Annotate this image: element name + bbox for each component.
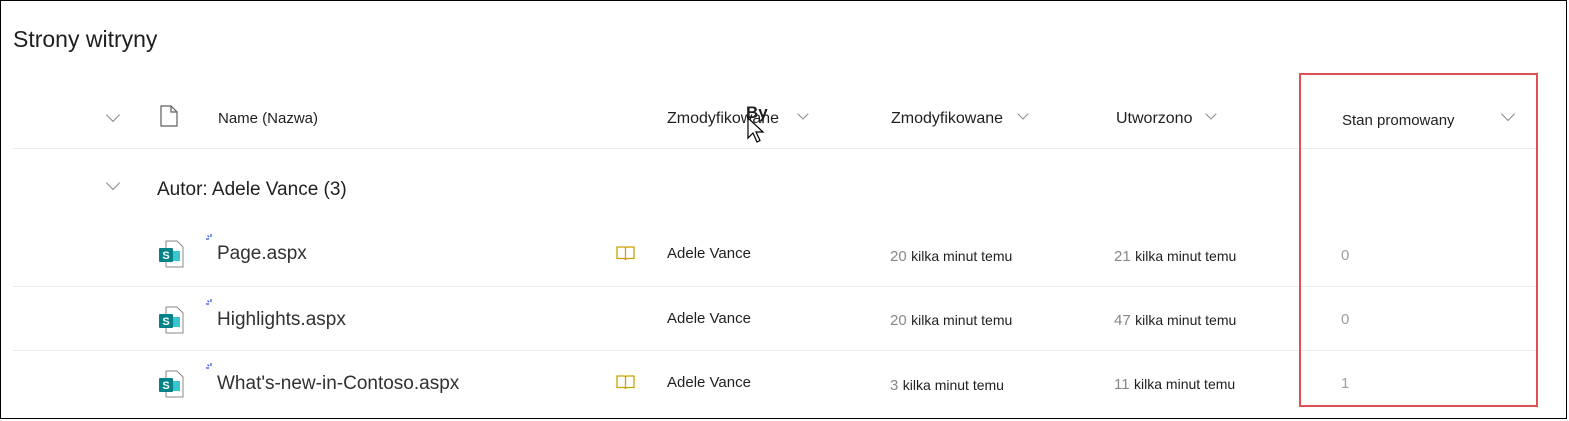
- new-sparkle-icon: [206, 363, 212, 369]
- column-header-created[interactable]: Utworzono: [1116, 110, 1192, 128]
- created-number: 47: [1114, 312, 1131, 329]
- highlight-box: [1299, 73, 1538, 407]
- page-title: Strony witryny: [13, 26, 158, 52]
- modified-by-cell: Adele Vance: [667, 310, 751, 327]
- modified-text: kilka minut temu: [902, 377, 1004, 393]
- created-cell: 47 kilka minut temu: [1114, 312, 1236, 330]
- created-text: kilka minut temu: [1135, 312, 1237, 328]
- sharepoint-page-icon: S: [159, 240, 184, 268]
- svg-text:S: S: [162, 250, 169, 262]
- modified-by-cell: Adele Vance: [667, 245, 751, 262]
- svg-text:S: S: [162, 316, 169, 328]
- document-icon[interactable]: [160, 105, 178, 127]
- group-header: Autor: Adele Vance (3): [157, 179, 347, 200]
- created-cell: 21 kilka minut temu: [1114, 248, 1236, 266]
- sharepoint-page-icon: S: [159, 370, 184, 398]
- created-text: kilka minut temu: [1135, 248, 1237, 264]
- modified-cell: 20 kilka minut temu: [890, 248, 1012, 266]
- modified-number: 20: [890, 248, 907, 265]
- file-name-link[interactable]: Highlights.aspx: [217, 309, 346, 331]
- column-header-modified[interactable]: Zmodyfikowane: [891, 110, 1003, 128]
- column-header-name[interactable]: Name (Nazwa): [218, 110, 318, 127]
- modified-cell: 20 kilka minut temu: [890, 312, 1012, 330]
- created-text: kilka minut temu: [1134, 376, 1236, 392]
- file-name-link[interactable]: Page.aspx: [217, 243, 307, 265]
- modified-text: kilka minut temu: [911, 312, 1013, 328]
- created-number: 11: [1114, 376, 1130, 393]
- sharepoint-page-icon: S: [159, 306, 184, 334]
- created-number: 21: [1114, 248, 1131, 265]
- modified-cell: 3 kilka minut temu: [890, 377, 1004, 395]
- book-icon[interactable]: [616, 246, 635, 261]
- modified-number: 3: [890, 377, 899, 394]
- modified-by-cell: Adele Vance: [667, 374, 751, 391]
- modified-number: 20: [890, 312, 907, 329]
- created-cell: 11 kilka minut temu: [1114, 376, 1235, 394]
- svg-text:S: S: [162, 380, 169, 392]
- book-icon[interactable]: [616, 375, 635, 390]
- modified-text: kilka minut temu: [911, 248, 1013, 264]
- new-sparkle-icon: [206, 234, 212, 240]
- mouse-cursor-icon: [747, 116, 765, 143]
- new-sparkle-icon: [206, 299, 212, 305]
- file-name-link[interactable]: What's-new-in-Contoso.aspx: [217, 373, 459, 395]
